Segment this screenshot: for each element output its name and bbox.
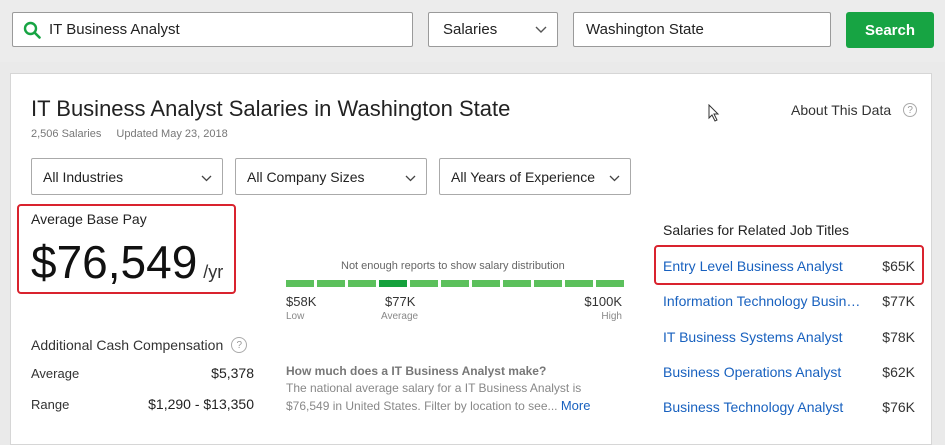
- additional-average-value: $5,378: [211, 365, 254, 381]
- distribution-segment: [472, 280, 500, 287]
- distribution-segment: [534, 280, 562, 287]
- high-salary-value: $100K: [584, 294, 622, 309]
- company-size-filter-value: All Company Sizes: [247, 168, 365, 185]
- more-link[interactable]: More: [561, 398, 591, 413]
- chevron-down-icon: [609, 169, 620, 185]
- average-pay-value: $76,549/yr: [31, 232, 223, 302]
- search-bar: IT Business Analyst Salaries Washington …: [0, 0, 945, 62]
- experience-filter-value: All Years of Experience: [451, 168, 595, 185]
- mouse-cursor-icon: [708, 103, 720, 127]
- distribution-note: Not enough reports to show salary distri…: [341, 260, 565, 272]
- average-salary-value: $77K: [385, 294, 416, 309]
- distribution-segment: [565, 280, 593, 287]
- additional-compensation-label: Additional Cash Compensation: [31, 337, 224, 353]
- about-label: About This Data: [791, 102, 892, 118]
- related-title-pay: $76K: [882, 399, 915, 415]
- salary-meta: 2,506 Salaries Updated May 23, 2018: [31, 128, 228, 140]
- how-much-answer-text: The national average salary for a IT Bus…: [286, 381, 582, 413]
- average-pay-label: Average Base Pay: [31, 211, 147, 227]
- distribution-segment: [317, 280, 345, 287]
- related-title-link[interactable]: Entry Level Business Analyst: [663, 258, 868, 274]
- company-size-filter[interactable]: All Company Sizes: [235, 158, 427, 195]
- search-button[interactable]: Search: [846, 12, 934, 48]
- high-salary-label: High: [601, 311, 622, 322]
- additional-compensation-title: Additional Cash Compensation ?: [31, 337, 248, 353]
- how-much-question: How much does a IT Business Analyst make…: [286, 364, 547, 378]
- average-salary-label: Average: [381, 311, 419, 322]
- about-this-data-link[interactable]: About This Data ?: [791, 102, 918, 118]
- location-value: Washington State: [586, 21, 704, 38]
- related-title-link[interactable]: Business Operations Analyst: [663, 364, 868, 380]
- search-icon: [23, 20, 43, 40]
- distribution-segment: [379, 280, 407, 287]
- salary-distribution-bar: [286, 280, 624, 287]
- help-icon[interactable]: ?: [903, 103, 918, 117]
- salary-card: IT Business Analyst Salaries in Washingt…: [10, 73, 932, 445]
- average-pay-unit: /yr: [203, 262, 224, 282]
- page-title: IT Business Analyst Salaries in Washingt…: [31, 96, 511, 121]
- chevron-down-icon: [405, 169, 416, 185]
- related-title-pay: $78K: [882, 329, 915, 345]
- average-pay-amount: $76,549: [31, 236, 198, 288]
- related-title-link[interactable]: Information Technology Business Analyst: [663, 293, 868, 309]
- related-title-pay: $77K: [882, 293, 915, 309]
- salary-count: 2,506 Salaries: [31, 128, 102, 140]
- updated-date: Updated May 23, 2018: [116, 128, 228, 140]
- distribution-segment: [441, 280, 469, 287]
- search-type-select[interactable]: Salaries: [428, 12, 558, 47]
- experience-filter[interactable]: All Years of Experience: [439, 158, 631, 195]
- distribution-segment: [348, 280, 376, 287]
- chevron-down-icon: [201, 169, 212, 185]
- industry-filter-value: All Industries: [43, 168, 124, 185]
- related-title-link[interactable]: Business Technology Analyst: [663, 399, 868, 415]
- related-title-pay: $65K: [882, 258, 915, 274]
- distribution-segment: [410, 280, 438, 287]
- additional-range-label: Range: [31, 397, 70, 412]
- distribution-segment: [596, 280, 624, 287]
- location-input[interactable]: Washington State: [573, 12, 831, 47]
- search-type-value: Salaries: [443, 21, 498, 38]
- job-title-value: IT Business Analyst: [49, 21, 180, 38]
- industry-filter[interactable]: All Industries: [31, 158, 223, 195]
- related-titles-heading: Salaries for Related Job Titles: [663, 222, 849, 238]
- related-title-link[interactable]: IT Business Systems Analyst: [663, 329, 868, 345]
- additional-range-value: $1,290 - $13,350: [148, 396, 254, 412]
- distribution-segment: [286, 280, 314, 287]
- job-title-input[interactable]: IT Business Analyst: [12, 12, 413, 47]
- help-icon[interactable]: ?: [231, 337, 248, 353]
- chevron-down-icon: [535, 21, 547, 38]
- how-much-answer: The national average salary for a IT Bus…: [286, 380, 606, 415]
- additional-average-label: Average: [31, 366, 80, 381]
- related-title-pay: $62K: [882, 364, 915, 380]
- low-salary-value: $58K: [286, 294, 317, 309]
- distribution-segment: [503, 280, 531, 287]
- low-salary-label: Low: [286, 311, 305, 322]
